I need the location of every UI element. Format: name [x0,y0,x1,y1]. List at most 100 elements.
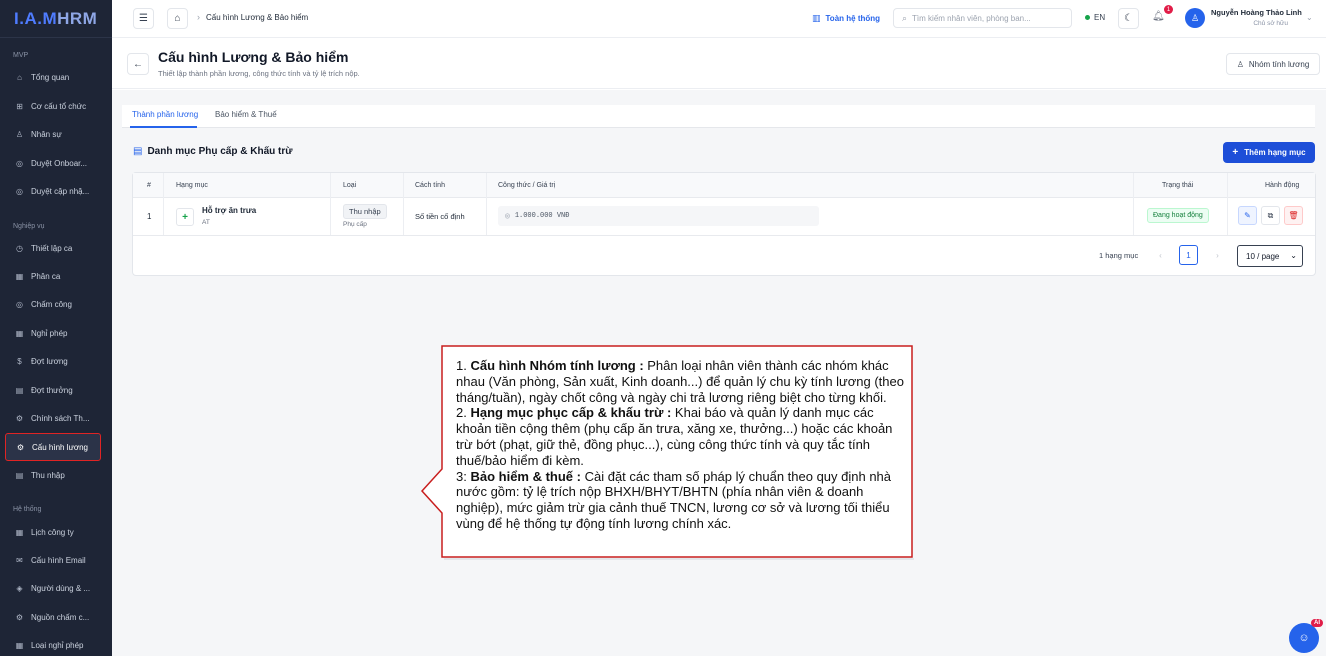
callout-number: 2. [456,405,471,421]
next-page-button[interactable]: › [1208,245,1227,265]
moon-icon: ☾ [1124,13,1133,24]
column-divider [486,173,487,236]
sidebar-item-label: Loại nghỉ phép [31,640,84,650]
sidebar-item-email-config[interactable]: ✉ Cấu hình Email [5,548,101,572]
user-role: Chủ sở hữu [1253,20,1288,27]
sidebar-item-onboarding-approval[interactable]: ◎ Duyệt Onboar... [5,151,101,175]
annotation-callout: 1. Cấu hình Nhóm tính lương : Phân loại … [420,345,914,560]
sidebar-item-label: Duyệt Onboar... [31,158,88,168]
column-header: Cách tính [415,182,445,189]
add-item-label: Thêm hạng mục [1244,148,1306,157]
sidebar-item-label: Người dùng & ... [31,583,91,593]
sidebar-item-company-calendar[interactable]: ▦ Lịch công ty [5,520,101,544]
callout-number: 1. [456,358,471,373]
sidebar-item-update-approval[interactable]: ◎ Duyệt cập nhậ... [5,179,101,203]
sidebar-item-income[interactable]: ▤ Thu nhập [5,463,101,487]
document-icon: ▤ [15,470,24,480]
sidebar-item-label: Thiết lập ca [31,243,73,253]
sidebar-item-label: Thu nhập [31,470,65,480]
sidebar-item-org-structure[interactable]: ⊞ Cơ cấu tổ chức [5,94,101,118]
theme-toggle-button[interactable]: ☾ [1118,8,1139,29]
sidebar-item-users-roles[interactable]: ◈ Người dùng & ... [5,576,101,600]
callout-heading: Hạng mục phục cấp & khấu trừ : [470,405,675,421]
plus-icon: + [1232,147,1239,158]
type-subtitle: Phụ cấp [343,221,367,228]
sidebar-item-shift-assign[interactable]: ▦ Phân ca [5,264,101,288]
column-header: Loại [343,182,357,189]
callout-text: 1. Cấu hình Nhóm tính lương : Phân loại … [456,358,904,532]
user-name[interactable]: Nguyễn Hoàng Thảo Linh [1211,8,1302,17]
sidebar-item-payroll-period[interactable]: $ Đợt lương [5,349,101,373]
sidebar-item-shift-setup[interactable]: ◷ Thiết lập ca [5,236,101,260]
sidebar: I.A.MHRM MVP ⌂ Tổng quan ⊞ Cơ cấu tổ chức … [0,0,112,656]
column-header: Trạng thái [1162,182,1194,189]
sidebar-item-label: Chấm công [31,299,72,309]
gear-icon: ⚙ [15,413,24,423]
bell-icon[interactable]: 🔔︎ [1152,11,1165,22]
page-number-button[interactable]: 1 [1179,245,1198,265]
salary-group-button[interactable]: ♙ Nhóm tính lương [1226,53,1320,75]
ai-assistant-button[interactable]: ☺ [1289,623,1319,653]
system-scope-link[interactable]: ▥ Toàn hệ thống [812,13,880,24]
clock-icon: ◷ [16,243,23,253]
plus-icon: + [176,208,194,226]
sidebar-item-employees[interactable]: ♙ Nhân sự [5,122,101,146]
copy-button[interactable]: ⧉ [1261,206,1280,225]
calendar-icon: ▦ [15,328,24,338]
callout-number: 3: [456,468,471,484]
trash-icon: 🗑︎ [1288,211,1299,220]
tab-insurance-tax[interactable]: Bảo hiểm & Thuế [215,110,277,119]
users-icon: ♙ [15,129,24,139]
column-divider [163,173,164,236]
sidebar-item-salary-config[interactable]: ⚙ Cấu hình lương [5,433,101,461]
sidebar-item-overview[interactable]: ⌂ Tổng quan [5,65,101,89]
dollar-icon: $ [17,356,22,366]
callout-paragraph-1: 1. Cấu hình Nhóm tính lương : Phân loại … [456,358,904,405]
sidebar-item-policy[interactable]: ⚙ Chính sách Th... [5,406,101,430]
back-button[interactable]: ← [127,53,149,75]
check-circle-icon: ◎ [16,158,23,168]
column-divider [1227,173,1228,236]
prev-page-button[interactable]: ‹ [1151,245,1170,265]
column-header: Hạng mục [176,182,208,189]
gear-icon: ⚙ [15,612,24,622]
page-size-select[interactable]: 10 / page ⌄ [1237,245,1303,267]
search-input[interactable]: ⌕ Tìm kiếm nhân viên, phòng ban... [893,8,1072,28]
add-item-button[interactable]: + Thêm hạng mục [1223,142,1315,163]
item-code: AT [202,219,210,226]
chevron-down-icon[interactable]: ⌄ [1306,13,1313,22]
tab-salary-components[interactable]: Thành phần lương [132,110,198,119]
callout-paragraph-2: 2. Hạng mục phục cấp & khấu trừ : Khai b… [456,405,904,468]
page-subtitle: Thiết lập thành phần lương, công thức tí… [158,69,360,78]
org-chart-icon: ⊞ [16,101,23,111]
sidebar-item-bonus-period[interactable]: ▤ Đợt thưởng [5,378,101,402]
language-switch[interactable]: EN [1085,13,1105,22]
logo[interactable]: I.A.MHRM [0,0,112,38]
dashboard-icon: ⌂ [17,72,22,82]
delete-button[interactable]: 🗑︎ [1284,206,1303,225]
breadcrumb[interactable]: Cấu hình Lương & Bảo hiểm [206,13,308,22]
avatar[interactable]: ♙ [1185,8,1205,28]
logo-part2: HRM [57,8,98,28]
section-label-system: Hệ thống [13,506,42,513]
gear-icon: ⚙ [16,442,25,452]
sidebar-item-attendance-source[interactable]: ⚙ Nguồn chấm c... [5,605,101,629]
sidebar-item-leave-types[interactable]: ▦ Loại nghỉ phép [5,633,101,656]
users-icon: ♙ [1236,59,1244,69]
sidebar-item-label: Đợt thưởng [31,385,73,395]
sidebar-item-label: Nguồn chấm c... [31,612,90,622]
home-button[interactable]: ⌂ [167,8,188,29]
edit-button[interactable]: ✎ [1238,206,1257,225]
check-circle-icon: ◎ [16,186,23,196]
total-count: 1 hạng mục [1099,251,1139,260]
online-dot-icon [1085,15,1090,20]
menu-toggle-button[interactable]: ☰ [133,8,154,29]
tab-bar: Thành phần lương Bảo hiểm & Thuế [122,105,1315,128]
column-header: Hành động [1265,182,1300,189]
type-tag: Thu nhập [343,204,387,219]
status-badge: Đang hoạt động [1147,208,1209,223]
pencil-icon: ✎ [1244,211,1251,220]
sidebar-item-attendance[interactable]: ◎ Chấm công [5,292,101,316]
sidebar-item-label: Duyệt cập nhậ... [31,186,90,196]
sidebar-item-leave[interactable]: ▦ Nghỉ phép [5,321,101,345]
